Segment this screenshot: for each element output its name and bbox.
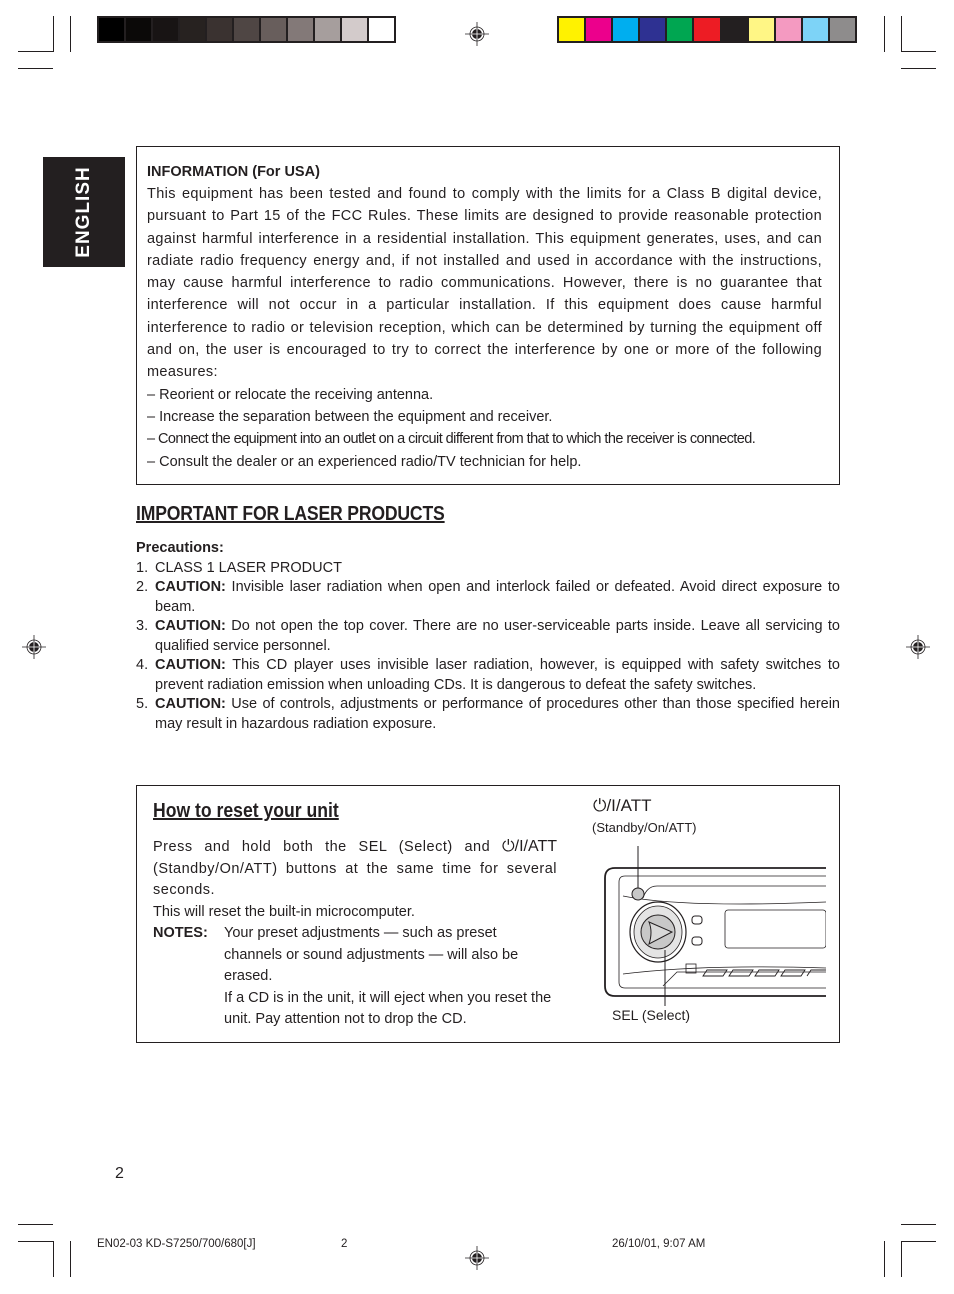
crop-mark xyxy=(901,51,936,52)
color-calibration-bar xyxy=(557,16,857,43)
color-swatch xyxy=(315,18,340,41)
grayscale-calibration-bar xyxy=(97,16,396,43)
item-text: This CD player uses invisible laser radi… xyxy=(155,657,840,693)
fcc-measure: – Increase the separation between the eq… xyxy=(147,408,553,425)
item-text: Use of controls, adjustments or performa… xyxy=(155,696,840,732)
color-swatch xyxy=(721,18,747,41)
fcc-information-box: INFORMATION (For USA) This equipment has… xyxy=(136,146,840,485)
item-text: CLASS 1 LASER PRODUCT xyxy=(155,559,342,576)
color-swatch xyxy=(369,18,394,41)
crop-mark xyxy=(70,16,71,52)
color-swatch xyxy=(342,18,367,41)
notes-label: NOTES: xyxy=(153,925,208,941)
registration-mark-icon xyxy=(906,635,930,659)
reset-notes: NOTES: Your preset adjustments — such as… xyxy=(153,923,557,1031)
crop-mark xyxy=(70,1241,71,1277)
laser-heading: IMPORTANT FOR LASER PRODUCTS xyxy=(136,503,445,525)
reset-heading: How to reset your unit xyxy=(153,800,339,822)
color-swatch xyxy=(829,18,856,41)
power-button-icon xyxy=(631,887,645,901)
precaution-item: 2. CAUTION: Invisible laser radiation wh… xyxy=(136,578,840,617)
language-tab-label: ENGLISH xyxy=(73,166,94,258)
color-swatch xyxy=(126,18,151,41)
footer-timestamp: 26/10/01, 9:07 AM xyxy=(612,1238,706,1250)
color-swatch xyxy=(559,18,585,41)
color-swatch xyxy=(153,18,178,41)
color-swatch xyxy=(667,18,693,41)
item-number: 2. xyxy=(136,579,149,595)
note-item: If a CD is in the unit, it will eject wh… xyxy=(224,989,552,1028)
precaution-item: 4. CAUTION: This CD player uses invisibl… xyxy=(136,656,840,695)
item-number: 4. xyxy=(136,657,149,673)
color-swatch xyxy=(288,18,313,41)
item-text: Invisible laser radiation when open and … xyxy=(155,579,840,615)
crop-mark xyxy=(901,1241,936,1242)
color-swatch xyxy=(99,18,124,41)
color-swatch xyxy=(261,18,286,41)
reset-box: How to reset your unit Press and hold bo… xyxy=(136,785,840,1043)
reset-instructions: Press and hold both the SEL (Select) and… xyxy=(153,836,557,1031)
power-button-label: ⏻/I/ATT xyxy=(593,796,652,815)
reset-instruction-text: Press and hold both the SEL (Select) and… xyxy=(153,838,557,898)
crop-mark xyxy=(901,16,902,52)
footer-file-info: EN02-03 KD-S7250/700/680[J] xyxy=(97,1238,256,1250)
color-swatch xyxy=(748,18,774,41)
language-tab: ENGLISH xyxy=(43,157,125,267)
power-button-sublabel: (Standby/On/ATT) xyxy=(592,820,697,835)
crop-mark xyxy=(53,1241,54,1277)
fcc-body: This equipment has been tested and found… xyxy=(147,186,822,381)
fcc-measure: – Connect the equipment into an outlet o… xyxy=(147,431,756,448)
page-number: 2 xyxy=(115,1165,124,1182)
caution-label: CAUTION: xyxy=(155,618,226,634)
color-swatch xyxy=(694,18,720,41)
caution-label: CAUTION: xyxy=(155,579,226,595)
footer-page: 2 xyxy=(341,1238,348,1250)
fcc-measure: – Consult the dealer or an experienced r… xyxy=(147,453,582,470)
color-swatch xyxy=(207,18,232,41)
color-swatch xyxy=(180,18,205,41)
crop-mark xyxy=(884,16,885,52)
crop-mark xyxy=(53,16,54,52)
precautions-label: Precautions: xyxy=(136,540,224,556)
color-swatch xyxy=(613,18,639,41)
crop-mark xyxy=(901,1241,902,1277)
registration-mark-icon xyxy=(22,635,46,659)
item-number: 1. xyxy=(136,559,149,576)
fcc-title: INFORMATION (For USA) xyxy=(147,164,320,180)
reset-result-text: This will reset the built-in microcomput… xyxy=(153,903,415,920)
crop-mark xyxy=(18,51,53,52)
registration-mark-icon xyxy=(465,1246,489,1270)
precaution-item: 5. CAUTION: Use of controls, adjustments… xyxy=(136,695,840,734)
crop-mark xyxy=(884,1241,885,1277)
color-swatch xyxy=(640,18,666,41)
crop-mark xyxy=(901,68,936,69)
color-swatch xyxy=(775,18,801,41)
precautions-list: Precautions: 1. CLASS 1 LASER PRODUCT 2.… xyxy=(136,539,840,734)
caution-label: CAUTION: xyxy=(155,696,226,712)
sel-button-label: SEL (Select) xyxy=(612,1007,691,1023)
fcc-measure: – Reorient or relocate the receiving ant… xyxy=(147,386,434,403)
color-swatch xyxy=(802,18,828,41)
note-item: Your preset adjustments — such as preset… xyxy=(224,925,519,984)
registration-mark-icon xyxy=(465,22,489,46)
precaution-item: 1. CLASS 1 LASER PRODUCT xyxy=(136,559,840,579)
color-swatch xyxy=(234,18,259,41)
crop-mark xyxy=(18,68,53,69)
car-stereo-faceplate-diagram xyxy=(604,846,826,1006)
item-number: 3. xyxy=(136,618,149,634)
item-number: 5. xyxy=(136,696,149,712)
precaution-item: 3. CAUTION: Do not open the top cover. T… xyxy=(136,617,840,656)
caution-label: CAUTION: xyxy=(155,657,226,673)
crop-mark xyxy=(18,1241,53,1242)
power-button-symbol: ⏻/I/ATT xyxy=(501,838,557,855)
item-text: Do not open the top cover. There are no … xyxy=(155,618,840,654)
color-swatch xyxy=(586,18,612,41)
crop-mark xyxy=(901,1224,936,1225)
crop-mark xyxy=(18,1224,53,1225)
